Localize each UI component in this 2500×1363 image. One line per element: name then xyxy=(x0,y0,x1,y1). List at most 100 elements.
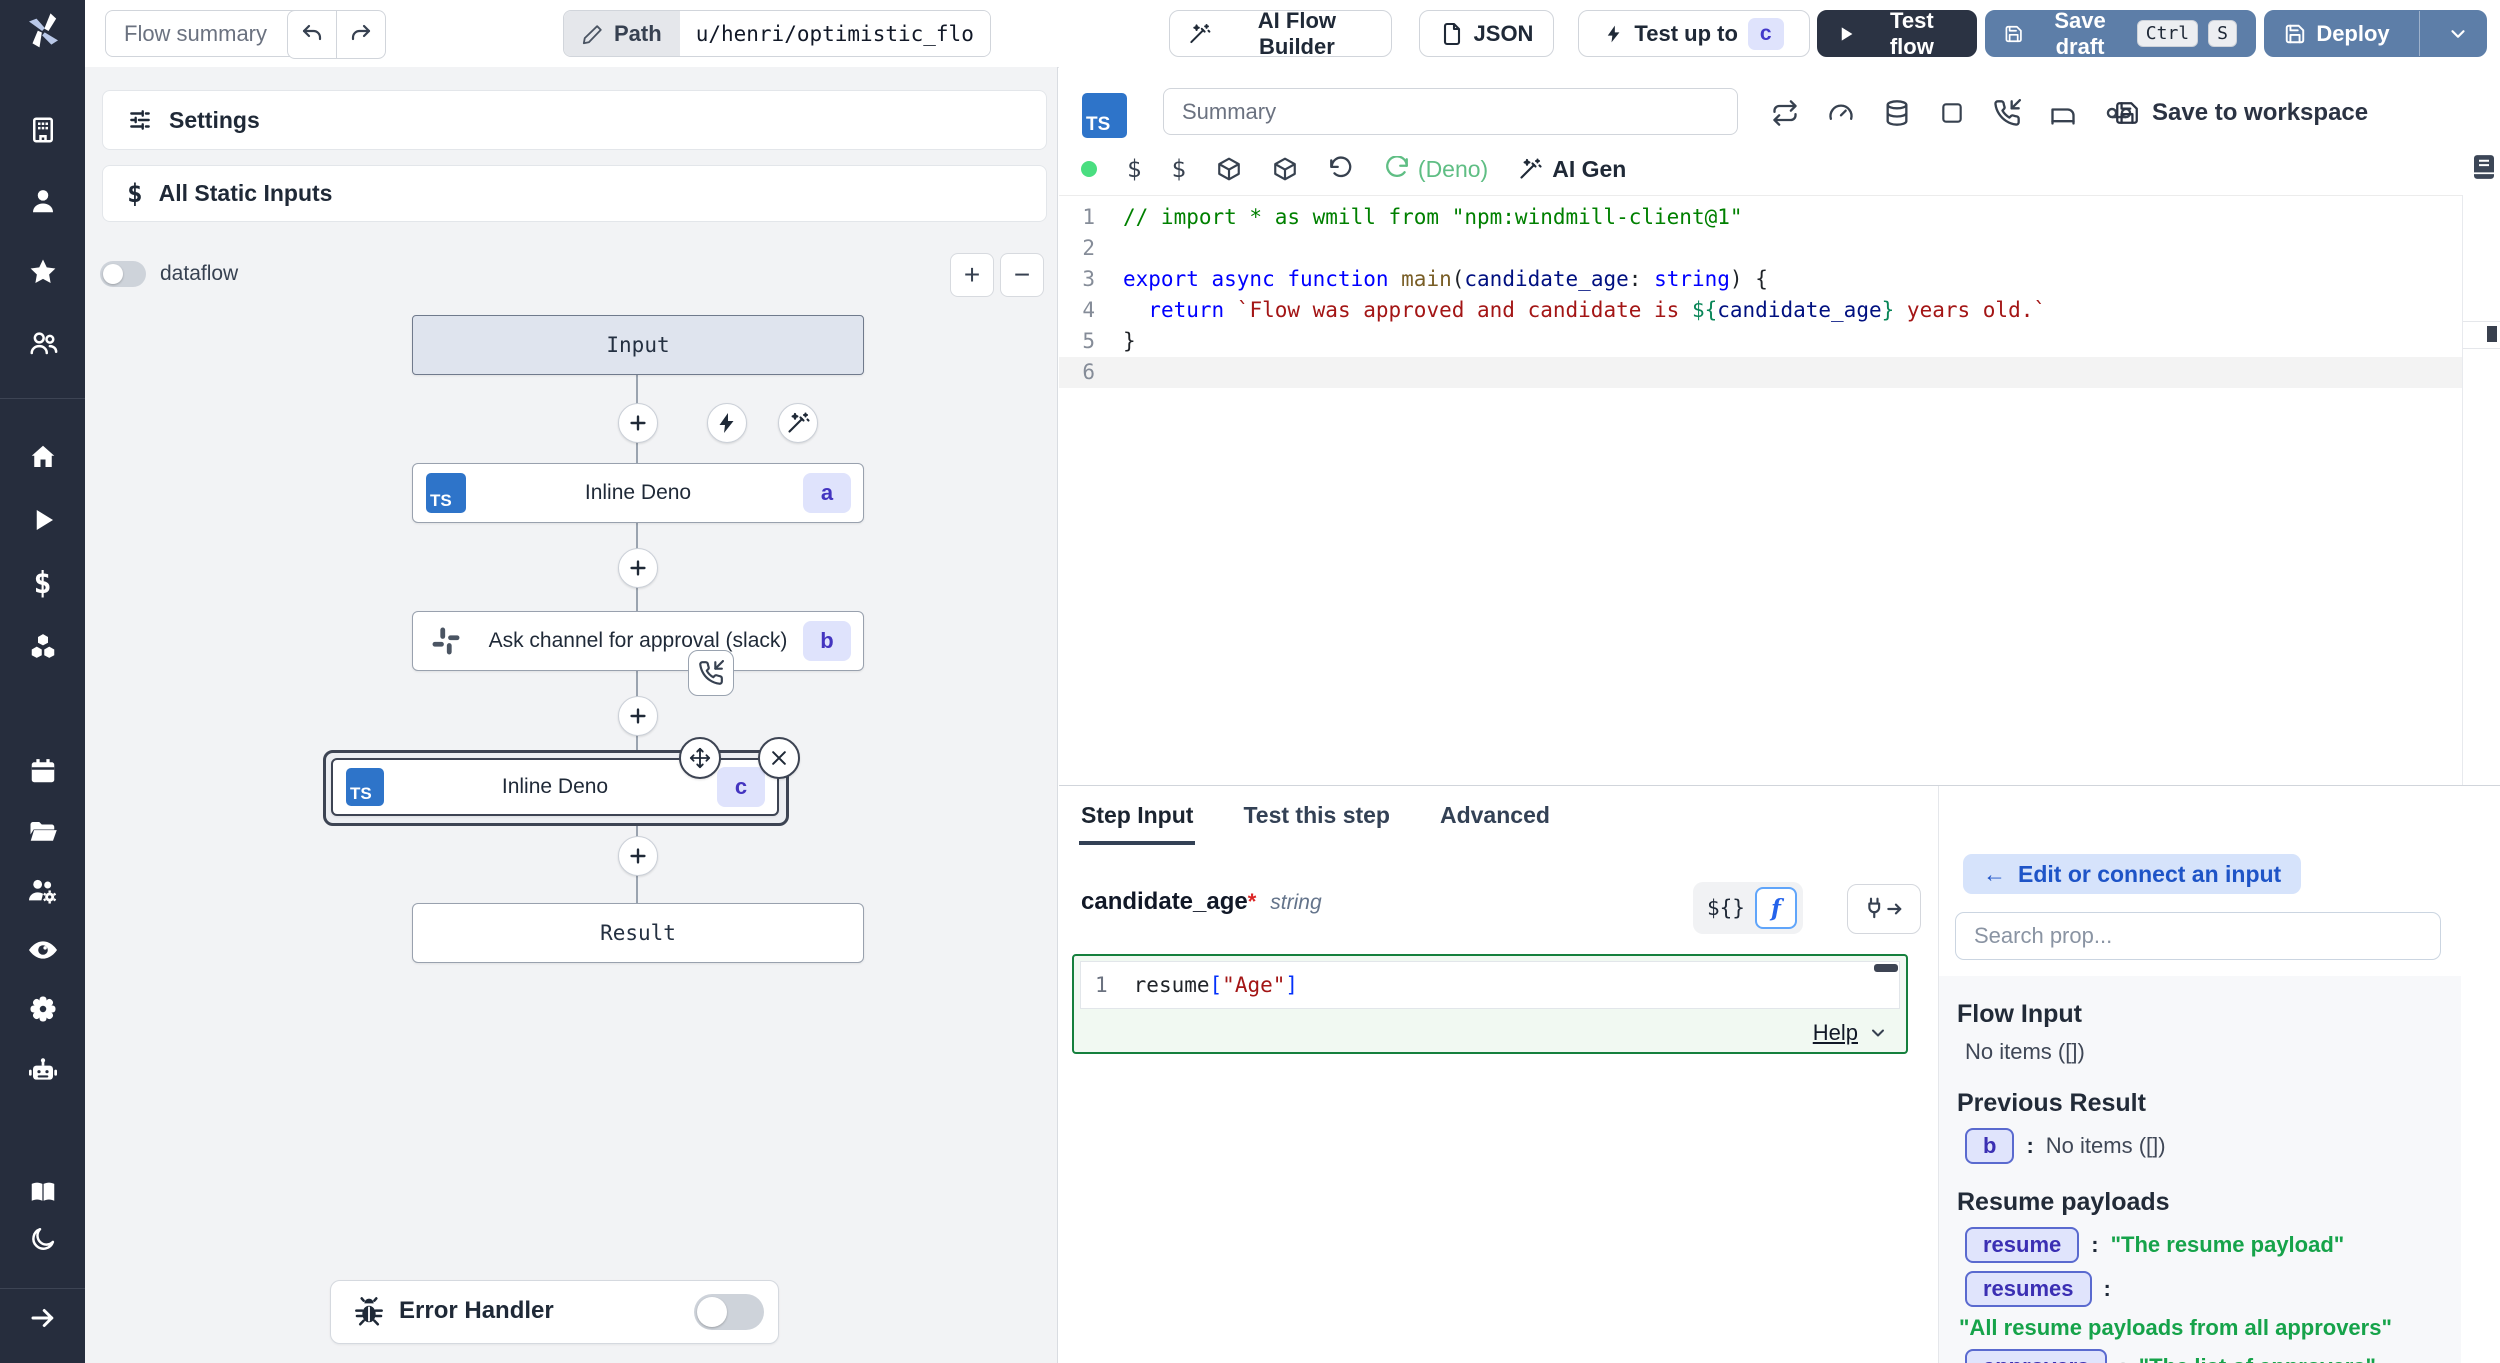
sidebar-item-runs[interactable] xyxy=(0,496,85,544)
prop-badge-resume[interactable]: resume xyxy=(1965,1227,2079,1263)
field-name: candidate_age xyxy=(1081,888,1248,916)
step-summary-input[interactable]: Summary xyxy=(1163,88,1738,135)
code-line-3[interactable]: 3export async function main(candidate_ag… xyxy=(1059,264,2500,295)
tab-step-input[interactable]: Step Input xyxy=(1079,794,1195,845)
suspend-icon[interactable] xyxy=(1993,99,2021,127)
sidebar-item-audit-logs[interactable] xyxy=(0,926,85,974)
assets-icon[interactable]: $ xyxy=(1127,155,1141,183)
sleep-icon[interactable] xyxy=(2049,99,2077,127)
sidebar-item-variables[interactable]: $ xyxy=(0,559,85,607)
flow-node-b[interactable]: Ask channel for approval (slack) b xyxy=(412,611,864,671)
json-button[interactable]: JSON xyxy=(1419,10,1554,57)
zoom-out-button[interactable]: − xyxy=(1000,253,1044,297)
test-flow-button[interactable]: Test flow xyxy=(1817,10,1977,57)
sidebar-item-user[interactable] xyxy=(0,177,85,225)
deploy-more-button[interactable] xyxy=(2430,23,2486,45)
expression-code[interactable]: resume["Age"] xyxy=(1134,973,1298,997)
resource-type-icon[interactable] xyxy=(1272,156,1298,182)
prop-badge-b[interactable]: b xyxy=(1965,1128,2014,1164)
edit-or-connect-button[interactable]: ← Edit or connect an input xyxy=(1963,854,2301,894)
cache-icon[interactable] xyxy=(1883,99,1911,127)
sidebar-item-docs[interactable] xyxy=(0,1168,85,1216)
dataflow-toggle[interactable] xyxy=(100,261,146,287)
concurrency-limit-icon[interactable] xyxy=(1827,99,1855,127)
resource-icon[interactable] xyxy=(1216,156,1242,182)
chevron-down-icon[interactable] xyxy=(1868,1023,1888,1043)
test-up-to-button[interactable]: Test up to c xyxy=(1578,10,1810,57)
code-line-2[interactable]: 2 xyxy=(1059,233,2500,264)
all-static-inputs-row[interactable]: $ All Static Inputs xyxy=(102,165,1047,222)
kbd-s: S xyxy=(2208,20,2237,47)
script-library-icon[interactable] xyxy=(2469,152,2499,182)
sidebar-expand-button[interactable] xyxy=(0,1294,85,1342)
insert-step-button[interactable] xyxy=(618,836,658,876)
trigger-step-button[interactable] xyxy=(707,403,747,443)
path-button[interactable]: Path xyxy=(564,11,680,56)
connect-input-button[interactable] xyxy=(1847,884,1921,934)
node-a-id-badge: a xyxy=(803,473,851,513)
code-line-4[interactable]: 4 return `Flow was approved and candidat… xyxy=(1059,295,2500,326)
ai-gen-label: AI Gen xyxy=(1552,156,1626,183)
save-to-workspace-button[interactable]: Save to workspace xyxy=(2114,99,2368,127)
previous-result-value: No items ([]) xyxy=(2046,1133,2166,1159)
scrollbar-thumb[interactable] xyxy=(2487,326,2497,342)
flow-input-title: Flow Input xyxy=(1957,1000,2461,1029)
javascript-mode-button[interactable]: f xyxy=(1755,887,1797,929)
expr-scrollbar-thumb[interactable] xyxy=(1874,964,1898,972)
insert-step-button[interactable] xyxy=(618,696,658,736)
dollar-icon: $ xyxy=(33,566,51,601)
sidebar-item-workers[interactable] xyxy=(0,867,85,915)
reset-icon[interactable] xyxy=(1328,156,1354,182)
language-switcher[interactable]: (Deno) xyxy=(1384,156,1488,183)
flow-node-input[interactable]: Input xyxy=(412,315,864,375)
code-editor[interactable]: 1// import * as wmill from "npm:windmill… xyxy=(1059,195,2500,792)
save-draft-button[interactable]: Save draft Ctrl S xyxy=(1985,10,2256,57)
help-link[interactable]: Help xyxy=(1813,1020,1858,1046)
sidebar-item-home[interactable] xyxy=(0,433,85,481)
windmill-logo[interactable] xyxy=(0,6,85,54)
sidebar-item-workspace[interactable] xyxy=(0,106,85,154)
tab-advanced[interactable]: Advanced xyxy=(1438,794,1552,845)
sidebar-item-schedules[interactable] xyxy=(0,747,85,795)
deploy-button[interactable]: Deploy xyxy=(2265,21,2409,47)
retry-icon[interactable] xyxy=(1771,99,1799,127)
insert-step-button[interactable] xyxy=(618,548,658,588)
input-node-label: Input xyxy=(413,316,863,374)
flow-node-a[interactable]: TS Inline Deno a xyxy=(412,463,864,523)
zoom-in-button[interactable]: + xyxy=(950,253,994,297)
sidebar-item-groups[interactable] xyxy=(0,319,85,367)
sidebar-item-ai[interactable] xyxy=(0,1047,85,1095)
sidebar-item-resources[interactable] xyxy=(0,622,85,670)
error-handler-card[interactable]: Error Handler xyxy=(330,1280,779,1344)
redo-button[interactable] xyxy=(336,11,385,58)
sidebar-item-folders[interactable] xyxy=(0,808,85,856)
variables-icon[interactable]: $ xyxy=(1171,155,1185,183)
code-line-1[interactable]: 1// import * as wmill from "npm:windmill… xyxy=(1059,202,2500,233)
ai-flow-builder-button[interactable]: AI Flow Builder xyxy=(1169,10,1392,57)
node-b-label: Ask channel for approval (slack) xyxy=(413,612,863,670)
expression-editor[interactable]: 1 resume["Age"] Help xyxy=(1072,954,1908,1054)
undo-button[interactable] xyxy=(288,11,336,58)
path-value[interactable]: u/henri/optimistic_flo xyxy=(680,11,990,56)
prop-badge-approvers[interactable]: approvers xyxy=(1965,1349,2107,1363)
error-handler-toggle[interactable] xyxy=(694,1294,764,1330)
move-node-button[interactable] xyxy=(679,737,721,779)
search-prop-input[interactable]: Search prop... xyxy=(1955,912,2441,960)
prop-badge-resumes[interactable]: resumes xyxy=(1965,1271,2092,1307)
flow-settings-row[interactable]: Settings xyxy=(102,90,1047,150)
delete-node-button[interactable] xyxy=(758,737,800,779)
code-line-6[interactable]: 6 xyxy=(1059,357,2500,388)
code-line-5[interactable]: 5} xyxy=(1059,326,2500,357)
ai-step-button[interactable] xyxy=(778,403,818,443)
sidebar-item-favorites[interactable] xyxy=(0,248,85,296)
flow-node-result[interactable]: Result xyxy=(412,903,864,963)
sidebar-item-dark-mode[interactable] xyxy=(0,1215,85,1263)
insert-step-button[interactable] xyxy=(618,403,658,443)
template-mode-button[interactable]: ${} xyxy=(1707,896,1745,920)
sidebar-item-settings[interactable] xyxy=(0,985,85,1033)
tab-test-this-step[interactable]: Test this step xyxy=(1241,794,1392,845)
undo-redo-group xyxy=(287,10,386,59)
node-b-id-badge: b xyxy=(803,621,851,661)
ai-gen-button[interactable]: AI Gen xyxy=(1518,156,1626,183)
early-stop-icon[interactable] xyxy=(1939,100,1965,126)
